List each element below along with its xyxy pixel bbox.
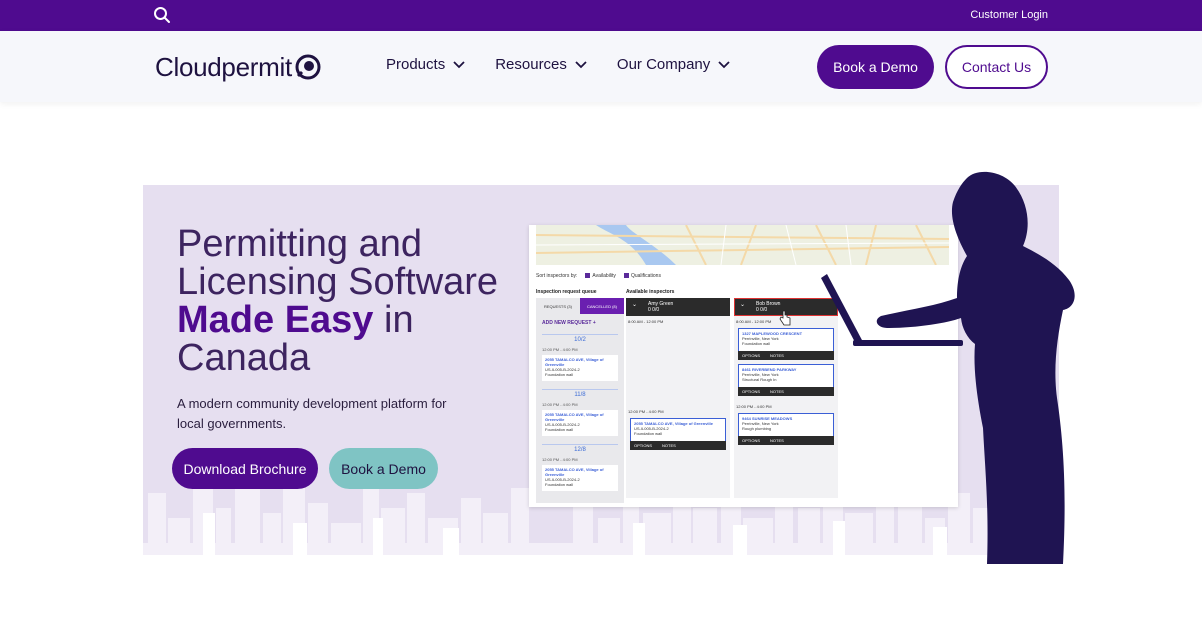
queue-time: 12:00 PM - 4:00 PM <box>542 402 578 407</box>
queue-date: 11/8 <box>542 389 618 398</box>
chevron-down-icon <box>718 60 730 68</box>
queue-date: 10/2 <box>542 334 618 343</box>
notes-button[interactable]: NOTES <box>770 353 784 358</box>
notes-button[interactable]: NOTES <box>662 443 676 448</box>
logo-text: Cloudpermit <box>155 51 292 82</box>
nav-resources[interactable]: Resources <box>495 56 587 73</box>
queue-card[interactable]: 2055 TAMALCO AVE, Village of Greenville … <box>542 410 618 436</box>
main-header: Cloudpermit Products Resources Our Compa… <box>0 31 1202 102</box>
slot-time: 12:00 PM - 4:00 PM <box>628 409 664 414</box>
inspector-column-amy: ⌄ Amy Green 0 0/0 8:00 AM - 12:00 PM 12:… <box>626 298 730 498</box>
nav-our-company-label: Our Company <box>616 56 711 73</box>
hand-cursor-icon <box>779 310 791 326</box>
top-bar: Customer Login <box>0 0 1202 31</box>
woman-laptop-silhouette <box>821 171 1075 564</box>
headline-strong: Made Easy <box>177 299 374 341</box>
logo-mark-icon <box>295 54 321 80</box>
headline-line-4: Canada <box>177 337 311 379</box>
availability-checkbox[interactable]: Availability <box>585 273 616 279</box>
nav-products-label: Products <box>386 56 446 73</box>
book-demo-button[interactable]: Book a Demo <box>817 45 934 89</box>
hero-subtext: A modern community development platform … <box>177 396 447 431</box>
customer-login-link[interactable]: Customer Login <box>970 9 1048 21</box>
headline-in: in <box>373 299 414 341</box>
qualifications-checkbox[interactable]: Qualifications <box>623 273 661 279</box>
available-inspectors-title: Available inspectors <box>626 289 675 295</box>
download-brochure-button[interactable]: Download Brochure <box>172 448 318 489</box>
queue-card[interactable]: 2055 TAMALCO AVE, Village of Greenville … <box>542 465 618 491</box>
chevron-down-icon: ⌄ <box>632 302 638 308</box>
options-button[interactable]: OPTIONS <box>742 389 760 394</box>
hero-headline: Permitting and Licensing Software Made E… <box>177 225 498 377</box>
headline-line-2: Licensing Software <box>177 261 499 303</box>
sort-bar: Sort inspectors by: Availability Qualifi… <box>536 273 661 279</box>
nav-our-company[interactable]: Our Company <box>617 56 730 73</box>
options-button[interactable]: OPTIONS <box>742 438 760 443</box>
queue-time: 12:00 PM - 4:00 PM <box>542 347 578 352</box>
nav-products[interactable]: Products <box>386 56 465 73</box>
queue-card[interactable]: 2055 TAMALCO AVE, Village of Greenville … <box>542 355 618 381</box>
notes-button[interactable]: NOTES <box>770 389 784 394</box>
sort-label: Sort inspectors by: <box>536 273 578 279</box>
headline-line-1: Permitting and <box>177 223 423 265</box>
tab-requests[interactable]: REQUESTS (3) <box>536 298 580 314</box>
queue-title: Inspection request queue <box>536 289 597 295</box>
chevron-down-icon: ⌄ <box>740 302 746 308</box>
search-icon[interactable] <box>153 6 171 24</box>
options-button[interactable]: OPTIONS <box>634 443 652 448</box>
queue-date: 12/8 <box>542 444 618 453</box>
contact-us-button[interactable]: Contact Us <box>945 45 1048 89</box>
nav-resources-label: Resources <box>495 56 567 73</box>
queue-time: 12:00 PM - 4:00 PM <box>542 457 578 462</box>
inspection-card[interactable]: 2055 TAMALCO AVE, Village of Greenville … <box>630 418 726 450</box>
chevron-down-icon <box>575 60 587 68</box>
options-button[interactable]: OPTIONS <box>742 353 760 358</box>
tab-cancelled[interactable]: CANCELLED (8) <box>580 298 624 314</box>
request-queue: REQUESTS (3) CANCELLED (8) ADD NEW REQUE… <box>536 298 624 503</box>
hero-book-demo-button[interactable]: Book a Demo <box>329 448 438 489</box>
cloudpermit-logo[interactable]: Cloudpermit <box>155 51 321 83</box>
inspector-header[interactable]: ⌄ Amy Green 0 0/0 <box>626 298 730 316</box>
notes-button[interactable]: NOTES <box>770 438 784 443</box>
main-nav: Products Resources Our Company <box>386 56 760 73</box>
chevron-down-icon <box>453 60 465 68</box>
add-new-request-button[interactable]: ADD NEW REQUEST + <box>542 320 624 326</box>
headline-line-3: Made Easy in <box>177 301 498 339</box>
